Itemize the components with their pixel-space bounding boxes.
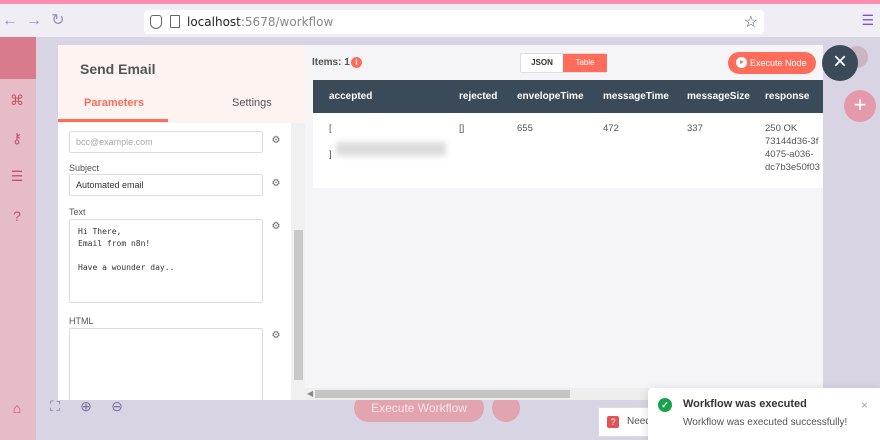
subject-label: Subject [69,163,100,173]
reload-icon[interactable]: ↻ [48,11,68,31]
gear-icon[interactable]: ⚙ [269,221,283,235]
table-cell: [ [329,123,332,134]
column-header: accepted [329,91,373,102]
gift-icon[interactable]: ⌂ [8,400,26,418]
node-title[interactable]: Send Email [80,61,155,77]
table-cell: 655 [517,123,533,134]
page-icon [170,15,180,28]
html-field[interactable] [69,328,263,400]
play-icon [736,57,747,68]
html-label: HTML [69,316,94,326]
address-bar[interactable]: localhost:5678/workflow ☆ [144,10,764,34]
add-node-button[interactable]: + [844,90,876,122]
back-icon[interactable]: ← [0,11,20,31]
column-header: messageTime [603,91,669,102]
column-header: messageSize [687,91,750,102]
help-icon[interactable]: ? [8,208,26,226]
subject-field[interactable]: Automated email [69,174,263,196]
table-cell: 337 [687,123,703,134]
output-table: accepted rejected envelopeTime messageTi… [313,80,823,188]
fit-view-icon[interactable]: ⛶ [45,398,65,418]
gear-icon[interactable]: ⚙ [269,135,283,149]
toast-message: Workflow was executed successfully! [683,417,848,428]
text-field[interactable]: Hi There, Email from n8n! Have a wounder… [69,219,263,303]
execute-node-label: Execute Node [750,58,807,68]
url-text: localhost:5678/workflow [187,15,334,29]
node-modal: Send Email Parameters Settings bcc@examp… [58,45,823,400]
credentials-key-icon[interactable]: ⚷ [8,130,26,148]
tab-parameters[interactable]: Parameters [84,97,144,109]
gear-icon[interactable]: ⚙ [269,330,283,344]
table-cell: [] [459,123,465,134]
close-icon[interactable]: × [822,45,858,81]
tab-settings[interactable]: Settings [232,97,272,109]
column-header: rejected [459,91,498,102]
parameters-pane: Send Email Parameters Settings bcc@examp… [58,45,305,400]
scroll-left-icon[interactable]: ◀ [307,389,313,398]
forward-icon[interactable]: → [24,11,44,31]
json-view-button[interactable]: JSON [521,54,563,72]
bcc-field[interactable]: bcc@example.com [69,131,263,153]
column-header: response [765,91,810,102]
view-toggle: JSON Table [520,53,607,73]
horizontal-scrollbar-thumb[interactable] [315,390,570,398]
execute-node-button[interactable]: Execute Node [728,52,816,74]
success-toast: ✓ Workflow was executed Workflow was exe… [648,388,880,440]
table-cell: 472 [603,123,619,134]
table-view-button[interactable]: Table [563,54,607,72]
info-icon[interactable]: i [351,57,362,68]
table-cell: 250 OK 73144d36-3f 4075-a036- dc7b3e50f0… [765,123,820,173]
close-icon[interactable]: × [861,398,868,412]
bookmark-star-icon[interactable]: ☆ [744,12,758,32]
text-label: Text [69,207,86,217]
output-pane: Items: 1 i JSON Table Execute Node accep… [305,45,823,400]
table-header: accepted rejected envelopeTime messageTi… [313,80,823,113]
node-header: Send Email Parameters Settings [58,45,305,123]
column-header: envelopeTime [517,91,584,102]
zoom-out-icon[interactable]: ⊖ [107,398,127,418]
items-count: Items: 1 [312,57,350,68]
redacted-email [336,142,446,156]
menu-icon[interactable]: ☰ [861,12,874,29]
shield-icon [150,15,162,29]
table-cell: ] [329,149,332,160]
n8n-logo [0,37,36,79]
parameters-scroll-area: bcc@example.com ⚙ Subject Automated emai… [58,123,291,400]
browser-toolbar: ← → ↻ localhost:5678/workflow ☆ ☰ [0,0,880,37]
active-tab-indicator [58,119,168,122]
zoom-in-icon[interactable]: ⊕ [76,398,96,418]
question-icon: ? [607,416,619,428]
parameters-scrollbar-thumb[interactable] [294,230,303,380]
executions-list-icon[interactable]: ☰ [8,168,26,186]
workflows-icon[interactable]: ⌘ [8,92,26,110]
check-icon: ✓ [658,398,672,412]
gear-icon[interactable]: ⚙ [269,178,283,192]
toast-title: Workflow was executed [683,398,807,410]
